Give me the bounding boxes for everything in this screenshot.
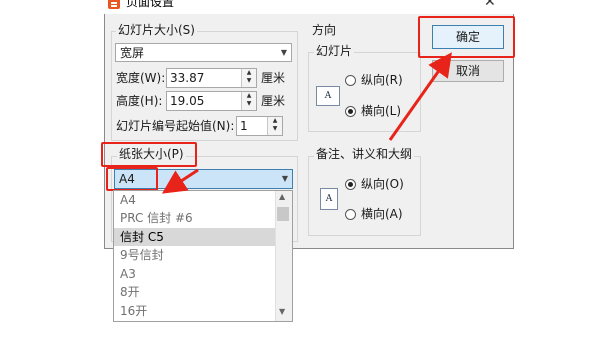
spin-up-down-icon[interactable]: ▲ ▼ <box>267 117 282 135</box>
orientation-group-label: 方向 <box>310 23 339 37</box>
slides-portrait-label[interactable]: 纵向(R) <box>361 72 403 88</box>
paper-size-label-highlight <box>101 142 197 167</box>
slide-size-preset-value: 宽屏 <box>120 46 145 60</box>
notes-portrait-radio[interactable] <box>345 179 356 190</box>
slide-size-group-label: 幻灯片大小(S) <box>116 23 197 37</box>
window-title: 页面设置 <box>126 0 175 9</box>
spin-up-down-icon[interactable]: ▲ ▼ <box>241 92 256 110</box>
start-number-field[interactable]: 1 ▲ ▼ <box>236 116 283 136</box>
notes-landscape-radio[interactable] <box>345 209 356 220</box>
list-item[interactable]: 信封 C5 <box>114 228 277 246</box>
chevron-down-icon: ▼ <box>280 48 287 57</box>
list-item[interactable]: A4 <box>114 191 277 209</box>
list-item[interactable]: A3 <box>114 265 277 283</box>
landscape-page-icon: A <box>316 86 340 106</box>
portrait-page-icon: A <box>320 188 338 210</box>
width-field[interactable]: 33.87 ▲ ▼ <box>166 68 257 88</box>
height-label: 高度(H): <box>116 94 163 108</box>
slides-portrait-radio[interactable] <box>345 75 356 86</box>
height-value: 19.05 <box>170 94 205 108</box>
scroll-down-icon[interactable]: ▼ <box>279 307 285 316</box>
width-value: 33.87 <box>170 71 205 85</box>
scrollbar-thumb[interactable] <box>277 207 289 221</box>
list-item[interactable]: 8开 <box>114 283 277 301</box>
list-item[interactable]: 9号信封 <box>114 246 277 264</box>
spin-up-down-icon[interactable]: ▲ ▼ <box>241 69 256 87</box>
height-unit: 厘米 <box>261 94 286 108</box>
height-field[interactable]: 19.05 ▲ ▼ <box>166 91 257 111</box>
paper-size-dropdown-list: A4 PRC 信封 #6 信封 C5 9号信封 A3 8开 16开 <box>113 190 293 322</box>
close-icon[interactable]: ✕ <box>484 0 496 10</box>
slides-orientation-label: 幻灯片 <box>314 44 355 58</box>
notes-landscape-label[interactable]: 横向(A) <box>361 206 403 222</box>
ok-button-highlight <box>418 16 515 58</box>
slides-landscape-label[interactable]: 横向(L) <box>361 103 401 119</box>
start-number-value: 1 <box>240 119 248 133</box>
slide-size-preset-select[interactable]: 宽屏 ▼ <box>115 43 292 62</box>
cancel-button[interactable]: 取消 <box>432 60 504 82</box>
width-label: 宽度(W): <box>116 71 166 85</box>
list-item[interactable]: PRC 信封 #6 <box>114 209 277 227</box>
scroll-up-icon[interactable]: ▲ <box>279 192 285 201</box>
slides-landscape-radio[interactable] <box>345 106 356 117</box>
notes-orientation-label: 备注、讲义和大纲 <box>314 147 415 161</box>
presentation-app-icon <box>108 0 120 9</box>
width-unit: 厘米 <box>261 71 286 85</box>
list-item[interactable]: 16开 <box>114 302 277 320</box>
chevron-down-icon: ▼ <box>281 174 288 183</box>
start-number-label: 幻灯片编号起始值(N): <box>116 119 235 133</box>
paper-size-select-highlight <box>106 167 158 191</box>
notes-portrait-label[interactable]: 纵向(O) <box>361 176 404 192</box>
